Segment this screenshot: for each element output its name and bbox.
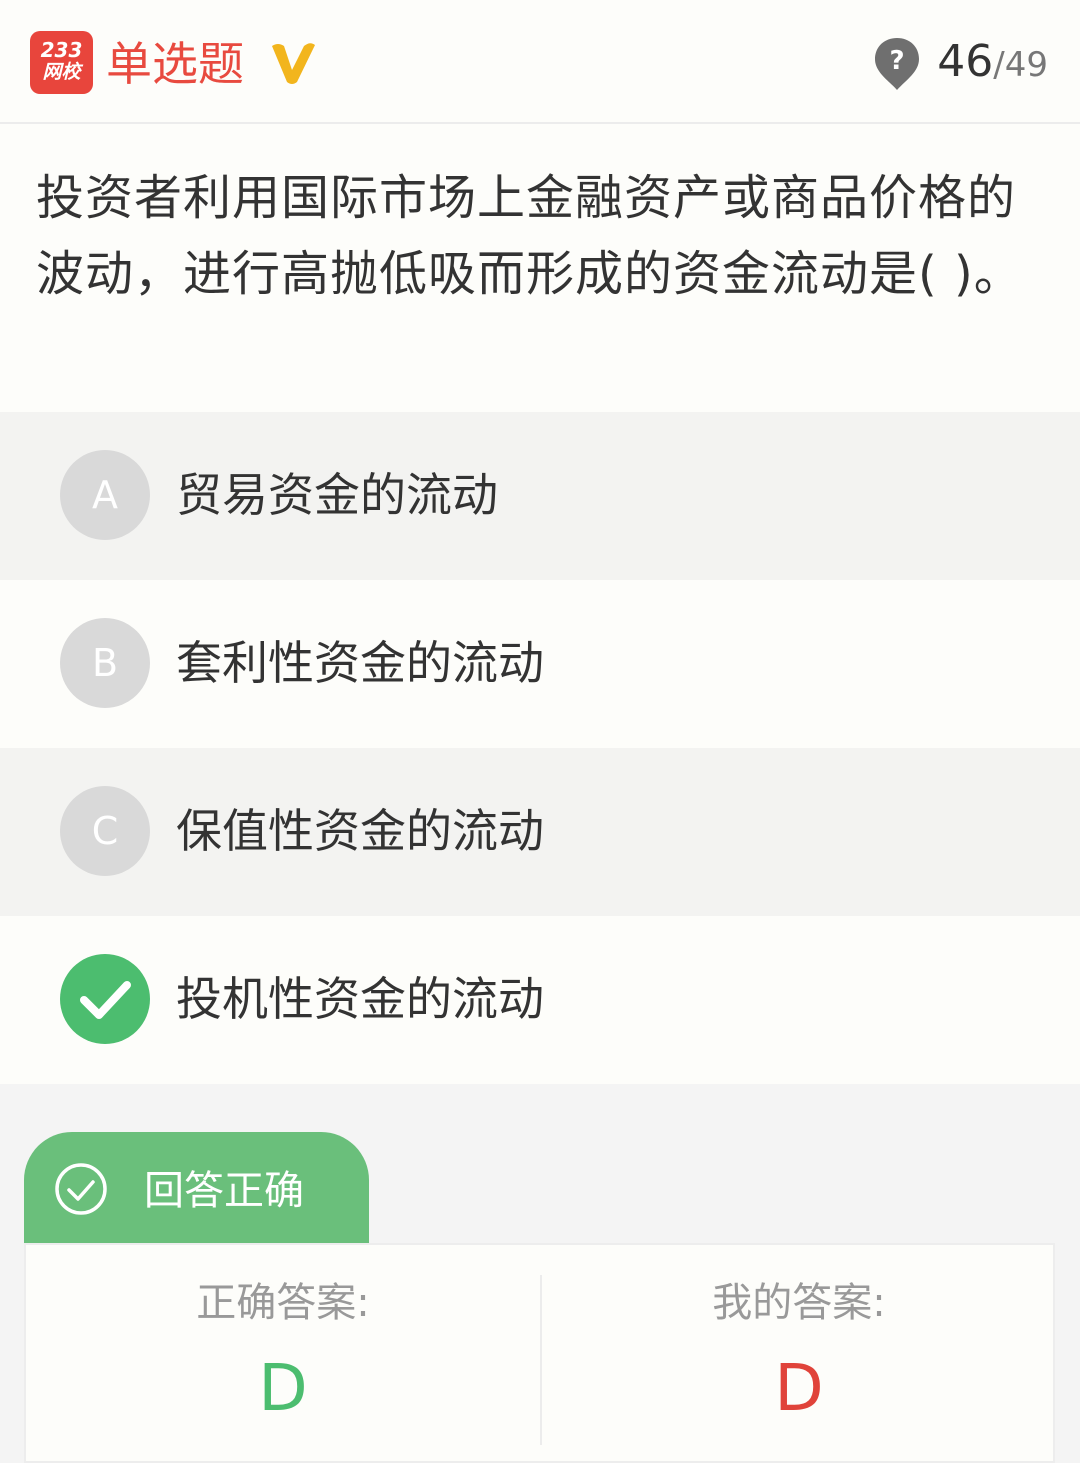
option-d[interactable]: 投机性资金的流动 bbox=[0, 916, 1080, 1084]
current-question-number: 46 bbox=[937, 36, 994, 87]
option-b-letter: B bbox=[60, 618, 150, 708]
option-b[interactable]: B 套利性资金的流动 bbox=[0, 580, 1080, 748]
question-type-label: 单选题 bbox=[106, 37, 244, 91]
option-a-letter: A bbox=[60, 450, 150, 540]
correct-answer-label: 正确答案: bbox=[196, 1280, 370, 1326]
top-bar: 233 网校 单选题 ? 46/49 bbox=[0, 0, 1080, 124]
my-answer-value: D bbox=[774, 1352, 824, 1426]
my-answer-section: 我的答案: D bbox=[542, 1273, 1056, 1427]
correct-answer-value: D bbox=[258, 1352, 308, 1426]
check-circle-icon bbox=[55, 1163, 107, 1215]
question-text: 投资者利用国际市场上金融资产或商品价格的波动，进行高抛低吸而形成的资金流动是( … bbox=[36, 170, 1023, 302]
result-banner: 回答正确 bbox=[24, 1132, 369, 1244]
answer-card: 正确答案: D 我的答案: D bbox=[24, 1243, 1055, 1463]
option-b-text: 套利性资金的流动 bbox=[176, 636, 544, 690]
app-logo: 233 网校 bbox=[30, 31, 93, 94]
option-a-text: 贸易资金的流动 bbox=[176, 468, 498, 522]
result-label: 回答正确 bbox=[144, 1168, 304, 1214]
option-c-text: 保值性资金的流动 bbox=[176, 804, 544, 858]
logo-number: 233 bbox=[40, 38, 83, 62]
my-answer-label: 我的答案: bbox=[712, 1280, 886, 1326]
option-a[interactable]: A 贸易资金的流动 bbox=[0, 412, 1080, 580]
question-panel: 投资者利用国际市场上金融资产或商品价格的波动，进行高抛低吸而形成的资金流动是( … bbox=[0, 124, 1080, 412]
question-hint-icon[interactable]: ? bbox=[873, 36, 921, 92]
vip-v-icon bbox=[272, 43, 315, 84]
option-c-letter: C bbox=[60, 786, 150, 876]
question-counter: 46/49 bbox=[937, 34, 1048, 93]
check-icon bbox=[60, 954, 150, 1044]
logo-text: 网校 bbox=[42, 61, 81, 83]
correct-answer-section: 正确答案: D bbox=[26, 1273, 540, 1427]
svg-text:?: ? bbox=[889, 46, 904, 76]
option-c[interactable]: C 保值性资金的流动 bbox=[0, 748, 1080, 916]
option-d-text: 投机性资金的流动 bbox=[176, 972, 544, 1026]
total-question-count: /49 bbox=[993, 45, 1048, 85]
